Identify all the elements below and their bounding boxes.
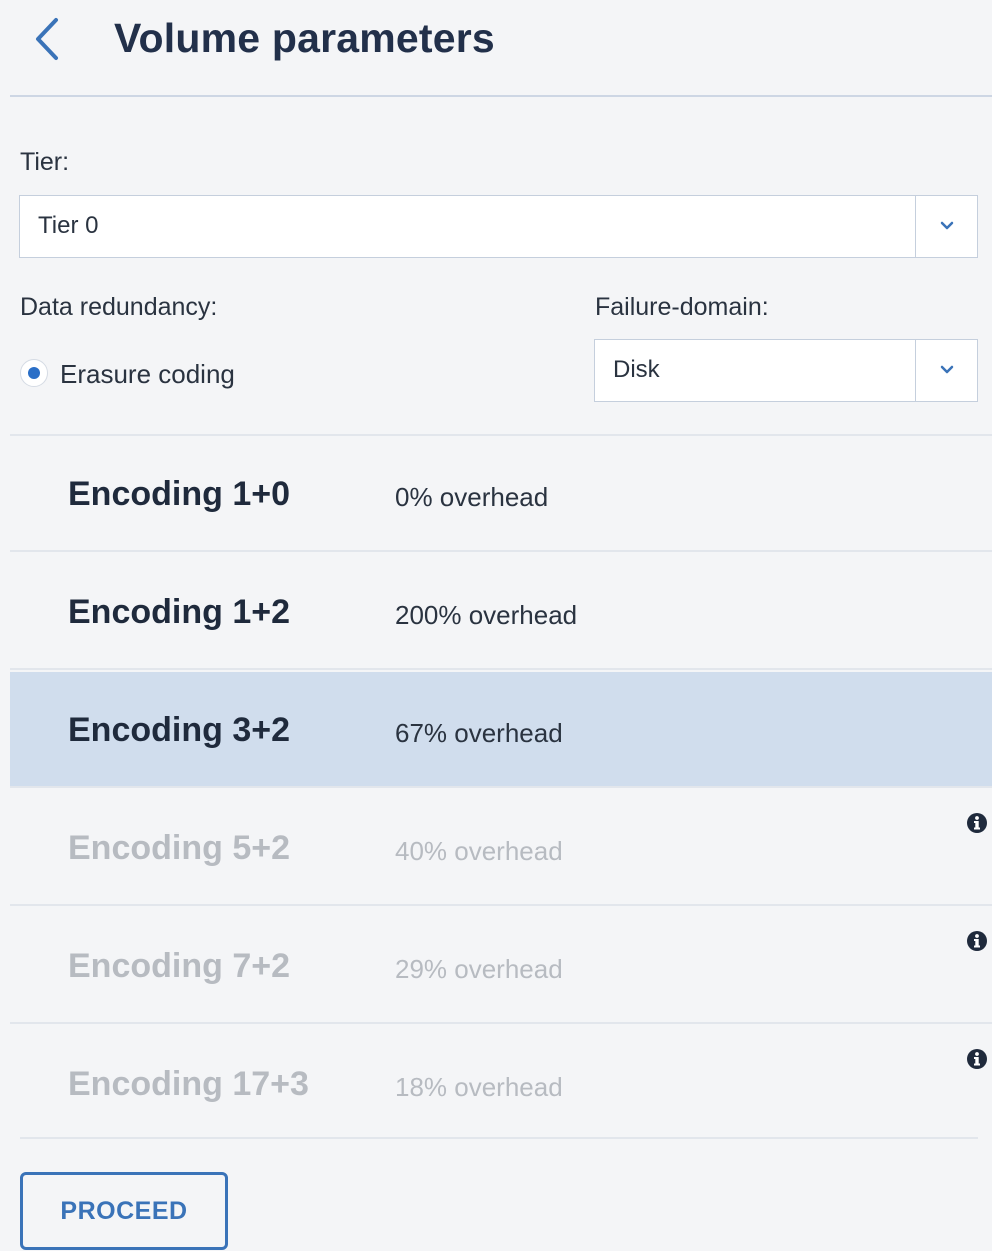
encoding-name: Encoding 17+3 <box>68 1065 309 1103</box>
encoding-name: Encoding 1+2 <box>68 593 290 631</box>
info-icon[interactable] <box>966 1048 988 1070</box>
encoding-overhead: 200% overhead <box>395 600 578 630</box>
encoding-option-5-2: Encoding 5+2 40% overhead <box>10 790 992 906</box>
encoding-overhead: 0% overhead <box>395 482 549 512</box>
erasure-coding-radio[interactable] <box>20 359 48 387</box>
encoding-option-3-2[interactable]: Encoding 3+2 67% overhead <box>10 672 992 788</box>
tier-label: Tier: <box>20 148 70 176</box>
page-title: Volume parameters <box>114 15 495 61</box>
header-divider <box>10 95 992 97</box>
encoding-option-17-3: Encoding 17+3 18% overhead <box>10 1026 992 1142</box>
encoding-overhead: 29% overhead <box>395 954 563 984</box>
encoding-overhead: 18% overhead <box>395 1072 563 1102</box>
chevron-left-icon[interactable] <box>28 14 68 64</box>
footer-divider <box>20 1137 978 1139</box>
encoding-name: Encoding 3+2 <box>68 711 290 749</box>
info-icon[interactable] <box>966 930 988 952</box>
encoding-option-1-2[interactable]: Encoding 1+2 200% overhead <box>10 554 992 670</box>
encoding-name: Encoding 5+2 <box>68 829 290 867</box>
encoding-overhead: 40% overhead <box>395 836 563 866</box>
failure-domain-select[interactable]: Disk <box>594 339 978 402</box>
encoding-name: Encoding 7+2 <box>68 947 290 985</box>
encoding-overhead: 67% overhead <box>395 718 563 748</box>
info-icon[interactable] <box>966 812 988 834</box>
data-redundancy-label: Data redundancy: <box>20 293 218 321</box>
tier-select-value: Tier 0 <box>38 212 99 239</box>
encoding-option-1-0[interactable]: Encoding 1+0 0% overhead <box>10 436 992 552</box>
proceed-button[interactable]: PROCEED <box>20 1172 228 1250</box>
failure-domain-select-value: Disk <box>613 356 660 383</box>
failure-domain-label: Failure-domain: <box>595 293 769 321</box>
chevron-down-icon[interactable] <box>915 340 977 401</box>
encoding-option-7-2: Encoding 7+2 29% overhead <box>10 908 992 1024</box>
encoding-name: Encoding 1+0 <box>68 475 290 513</box>
erasure-coding-label: Erasure coding <box>60 359 235 389</box>
chevron-down-icon[interactable] <box>915 196 977 257</box>
page-header: Volume parameters <box>0 0 992 97</box>
tier-select[interactable]: Tier 0 <box>19 195 978 258</box>
